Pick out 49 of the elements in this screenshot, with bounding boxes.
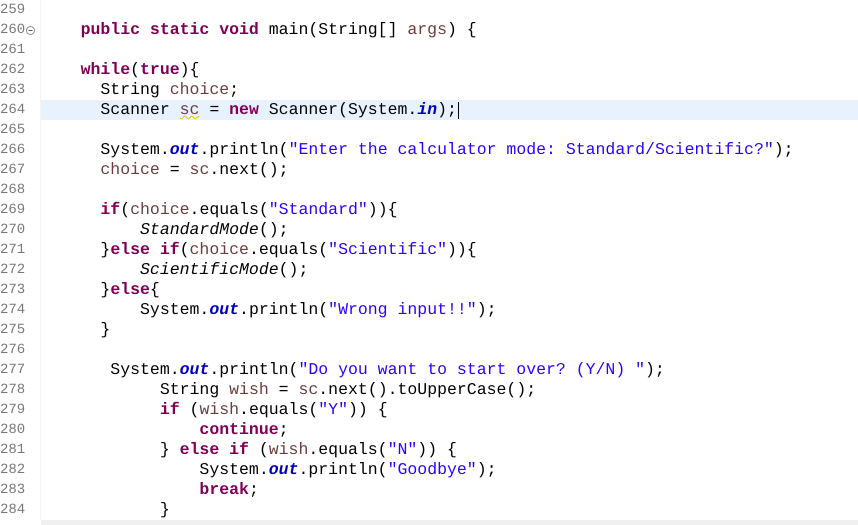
line-number: 273 bbox=[0, 281, 26, 300]
code-line: System.out.println("Enter the calculator mode: Standard/Scientific?"); bbox=[99, 140, 794, 160]
line-number: 264 bbox=[0, 101, 26, 120]
line-number: 280 bbox=[0, 421, 26, 440]
line-number: 279 bbox=[0, 401, 26, 420]
line-number: 281 bbox=[0, 441, 26, 460]
code-line: System.out.println("Do you want to start over? (Y/N) "); bbox=[109, 360, 665, 380]
code-line: System.out.println("Goodbye"); bbox=[198, 460, 497, 480]
line-number: 270 bbox=[0, 221, 26, 240]
collapse-icon[interactable] bbox=[26, 26, 36, 34]
code-line: choice = sc.next(); bbox=[99, 160, 289, 180]
line-number: 262 bbox=[0, 61, 26, 80]
code-line: while(true){ bbox=[80, 60, 200, 80]
code-line: } bbox=[158, 500, 170, 520]
code-line: public static void main(String[] args) { bbox=[80, 20, 477, 40]
line-number: 271 bbox=[0, 241, 26, 260]
code-line: Scanner sc = new Scanner(System.in); bbox=[99, 100, 457, 120]
line-number: 266 bbox=[0, 141, 26, 160]
code-line: StandardMode(); bbox=[139, 220, 289, 240]
code-line: break; bbox=[198, 480, 259, 500]
code-line: if (wish.equals("Y")) { bbox=[158, 400, 388, 420]
line-number: 282 bbox=[0, 461, 26, 480]
code-line: } else if (wish.equals("N")) { bbox=[158, 440, 457, 460]
line-number: 277 bbox=[0, 361, 26, 380]
line-number: 263 bbox=[0, 81, 26, 100]
line-number: 260 bbox=[0, 21, 26, 40]
code-line: String choice; bbox=[99, 80, 240, 100]
code-line: continue; bbox=[198, 420, 289, 440]
line-number: 268 bbox=[0, 181, 26, 200]
line-number: 275 bbox=[0, 321, 26, 340]
code-line: }else{ bbox=[99, 280, 160, 300]
line-number: 265 bbox=[0, 121, 26, 140]
code-line: ScientificMode(); bbox=[139, 260, 308, 280]
line-number: 278 bbox=[0, 381, 26, 400]
line-number: 267 bbox=[0, 161, 26, 180]
line-number: 274 bbox=[0, 301, 26, 320]
text-cursor bbox=[458, 102, 459, 118]
line-number: 259 bbox=[0, 1, 26, 20]
code-line: } bbox=[99, 320, 110, 340]
line-number: 283 bbox=[0, 481, 26, 500]
line-number: 276 bbox=[0, 341, 26, 360]
line-number: 269 bbox=[0, 201, 26, 220]
line-number: 284 bbox=[0, 501, 26, 520]
code-line: String wish = sc.next().toUpperCase(); bbox=[158, 380, 536, 400]
code-line: System.out.println("Wrong input!!"); bbox=[139, 300, 497, 320]
line-number: 261 bbox=[0, 41, 26, 60]
code-line: if(choice.equals("Standard")){ bbox=[99, 200, 398, 220]
line-number: 272 bbox=[0, 261, 26, 280]
code-line: }else if(choice.equals("Scientific")){ bbox=[99, 240, 477, 260]
